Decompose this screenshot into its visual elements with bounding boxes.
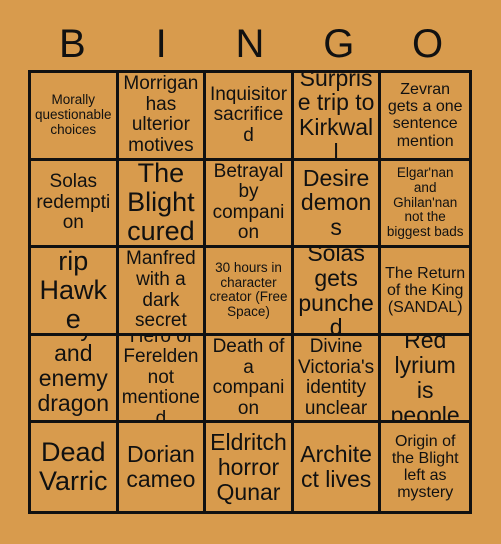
bingo-header-letter-n: N (235, 22, 265, 66)
bingo-cell-free-space[interactable]: 30 hours in character creator (Free Spac… (206, 248, 294, 336)
bingo-cell-o2[interactable]: Elgar'nan and Ghilan'nan not the biggest… (381, 161, 469, 249)
bingo-cell-n4[interactable]: Death of a companion (206, 335, 294, 424)
bingo-cell-g4[interactable]: Divine Victoria's identity unclear (293, 335, 382, 424)
bingo-cell-b2[interactable]: Solas redemption (31, 160, 119, 249)
bingo-cell-label: rip Hawke (39, 248, 108, 335)
bingo-cell-label: Zevran gets a one sentence mention (387, 80, 463, 150)
bingo-cell-label: Architect lives (300, 441, 372, 493)
bingo-cell-b3[interactable]: rip Hawke (31, 248, 119, 336)
bingo-cell-i3[interactable]: Manfred with a dark secret (118, 248, 207, 336)
bingo-cell-label: Betrayal by companion (212, 160, 285, 244)
bingo-cell-label: Desire demons (300, 164, 372, 241)
bingo-cell-label: Solas gets punched (298, 248, 374, 336)
bingo-cell-label: Origin of the Blight left as mystery (391, 432, 459, 502)
bingo-cell-n5[interactable]: Eldritch horror Qunar (206, 423, 294, 511)
bingo-header-letters: B I N G O (28, 18, 472, 70)
bingo-cell-o4[interactable]: Red lyrium is people (381, 336, 469, 424)
bingo-cell-o1[interactable]: Zevran gets a one sentence mention (381, 73, 469, 161)
bingo-header-letter-i: I (155, 22, 167, 66)
bingo-cell-label: Morally questionable choices (35, 92, 112, 137)
bingo-cell-label: Hero of Ferelden not mentioned (121, 335, 200, 424)
bingo-cell-label: Death of a companion (212, 336, 285, 419)
bingo-cell-o3[interactable]: The Return of the King (SANDAL) (381, 248, 469, 336)
bingo-header-letter-b: B (59, 22, 86, 66)
bingo-cell-label: Solas redemption (36, 171, 111, 234)
bingo-cell-label: The Return of the King (SANDAL) (385, 264, 466, 317)
bingo-cell-label: Dorian cameo (126, 441, 196, 493)
bingo-cell-label: Surprise trip to Kirkwall (297, 73, 375, 161)
bingo-cell-g5[interactable]: Architect lives (294, 423, 382, 511)
bingo-cell-i2[interactable]: The Blight cured (118, 160, 207, 249)
bingo-cell-label: Dead Varric (39, 437, 108, 497)
bingo-cell-label: Eldritch horror Qunar (210, 428, 287, 505)
bingo-cell-label: Morrigan has ulterior motives (123, 73, 199, 156)
bingo-cell-label: Elgar'nan and Ghilan'nan not the biggest… (386, 165, 464, 239)
bingo-cell-i5[interactable]: Dorian cameo (119, 423, 207, 511)
bingo-cell-label: Inquisitor sacrificed (209, 83, 288, 146)
bingo-cell-b5[interactable]: Dead Varric (31, 423, 119, 511)
bingo-cell-b4[interactable]: Ally and enemy dragons (31, 335, 119, 424)
bingo-cell-o5[interactable]: Origin of the Blight left as mystery (381, 423, 469, 511)
bingo-cell-i1[interactable]: Morrigan has ulterior motives (118, 73, 207, 161)
bingo-cell-n2[interactable]: Betrayal by companion (206, 160, 294, 249)
bingo-cell-label: The Blight cured (127, 160, 195, 247)
bingo-cell-g1[interactable]: Surprise trip to Kirkwall (293, 73, 382, 161)
bingo-cell-label: 30 hours in character creator (Free Spac… (209, 260, 288, 320)
bingo-header-letter-o: O (412, 22, 444, 66)
bingo-card: B I N G O Morally questionable choices M… (0, 0, 501, 544)
bingo-cell-label: Red lyrium is people (390, 335, 460, 424)
bingo-header-letter-g: G (323, 22, 355, 66)
bingo-grid: Morally questionable choices Morrigan ha… (28, 70, 472, 514)
bingo-cell-label: Ally and enemy dragons (37, 336, 110, 421)
bingo-cell-b1[interactable]: Morally questionable choices (31, 73, 119, 161)
bingo-cell-i4[interactable]: Hero of Ferelden not mentioned (118, 335, 207, 424)
bingo-cell-label: Manfred with a dark secret (126, 248, 196, 332)
bingo-cell-g2[interactable]: Desire demons (293, 160, 382, 249)
bingo-cell-label: Divine Victoria's identity unclear (298, 336, 375, 419)
bingo-cell-g3[interactable]: Solas gets punched (293, 248, 382, 336)
bingo-cell-n1[interactable]: Inquisitor sacrificed (206, 73, 294, 161)
